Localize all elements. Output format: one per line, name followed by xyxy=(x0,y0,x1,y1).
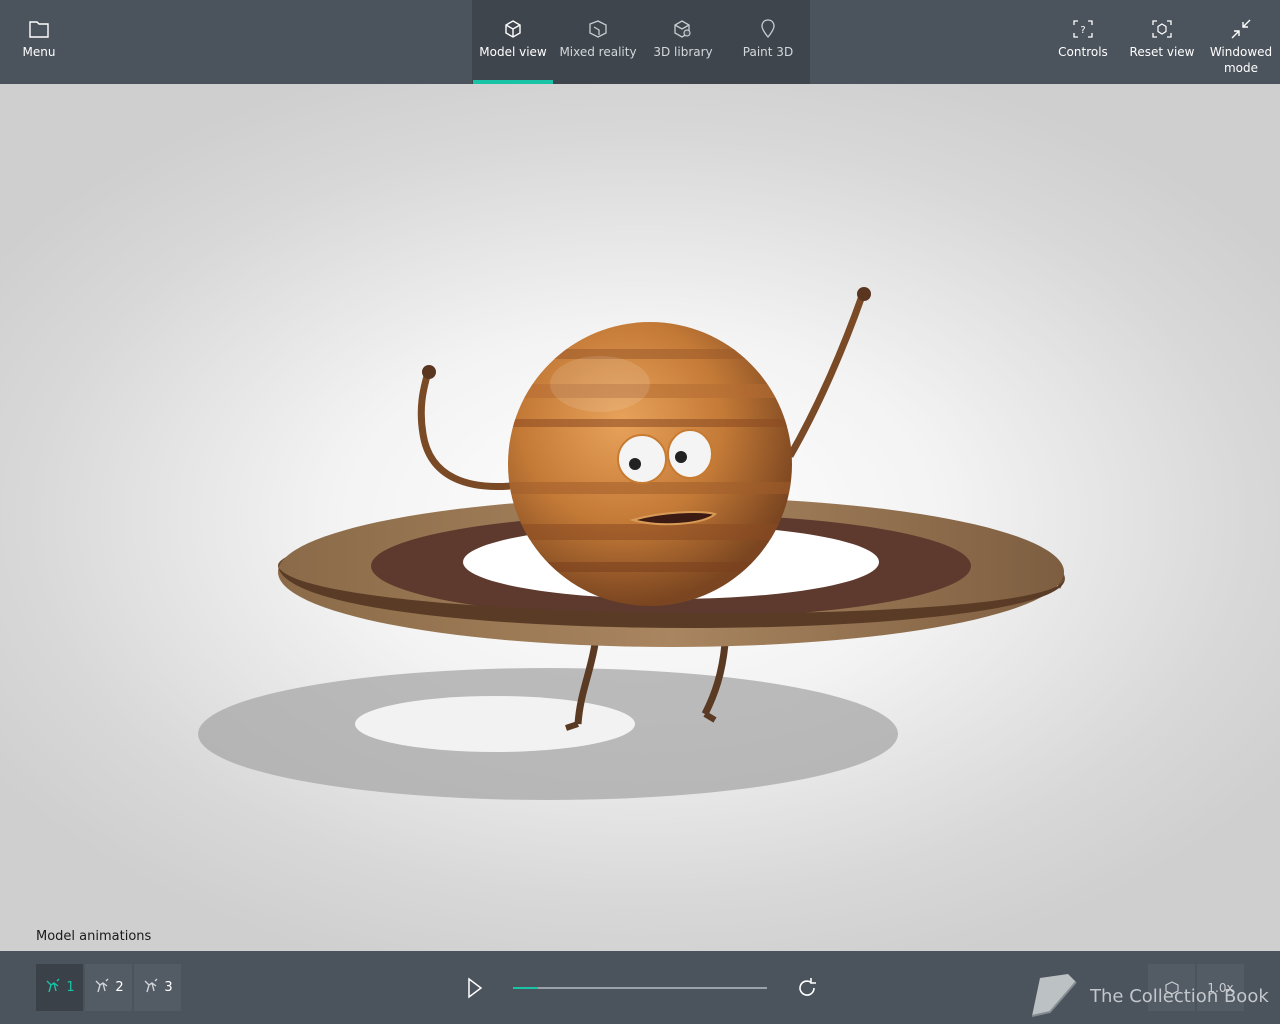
3d-library-icon xyxy=(672,18,694,40)
dancing-figure-icon xyxy=(44,978,62,998)
controls-icon: ? xyxy=(1072,18,1094,40)
replay-button[interactable] xyxy=(795,976,819,1000)
book-icon xyxy=(1031,974,1077,1017)
model-viewport[interactable] xyxy=(0,84,1280,951)
controls-label: Controls xyxy=(1058,45,1108,59)
tab-label: Mixed reality xyxy=(559,45,637,59)
watermark-text: The Collection Book xyxy=(1090,985,1269,1007)
reset-view-label: Reset view xyxy=(1129,45,1195,59)
windowed-mode-button[interactable]: Windowed mode xyxy=(1206,0,1276,84)
timeline-progress xyxy=(513,987,539,989)
planet-model[interactable] xyxy=(0,84,1280,951)
menu-label: Menu xyxy=(22,45,56,59)
controls-button[interactable]: ? Controls xyxy=(1053,0,1113,84)
top-toolbar: Menu Model view Mixed reality 3D library… xyxy=(0,0,1280,84)
tab-label: 3D library xyxy=(653,45,713,59)
play-icon xyxy=(468,977,483,999)
play-button[interactable] xyxy=(462,975,486,1001)
folder-icon xyxy=(28,18,50,40)
animation-button-3[interactable]: 3 xyxy=(134,964,181,1011)
tab-model-view[interactable]: Model view xyxy=(473,0,553,84)
tab-paint-3d[interactable]: Paint 3D xyxy=(728,0,808,84)
svg-text:?: ? xyxy=(1080,25,1085,36)
model-animations-label: Model animations xyxy=(36,929,152,944)
watermark: The Collection Book xyxy=(1028,972,1269,1020)
animation-number: 1 xyxy=(66,980,75,995)
animation-timeline[interactable] xyxy=(513,987,767,989)
windowed-mode-icon xyxy=(1230,18,1252,40)
mixed-reality-icon xyxy=(587,18,609,40)
reset-view-button[interactable]: Reset view xyxy=(1128,0,1196,84)
tab-label: Model view xyxy=(479,45,547,59)
reset-view-icon xyxy=(1151,18,1173,40)
animation-number: 3 xyxy=(164,980,173,995)
animation-button-1[interactable]: 1 xyxy=(36,964,83,1011)
cube-icon xyxy=(502,18,524,40)
animation-number: 2 xyxy=(115,980,124,995)
dancing-figure-icon xyxy=(142,978,160,998)
tab-3d-library[interactable]: 3D library xyxy=(643,0,723,84)
dancing-figure-icon xyxy=(93,978,111,998)
menu-button[interactable]: Menu xyxy=(14,0,64,84)
animation-button-2[interactable]: 2 xyxy=(85,964,132,1011)
tab-mixed-reality[interactable]: Mixed reality xyxy=(558,0,638,84)
tab-label: Paint 3D xyxy=(742,45,794,59)
replay-icon xyxy=(799,978,816,996)
paint-3d-icon xyxy=(757,18,779,40)
windowed-mode-label: Windowed mode xyxy=(1209,45,1273,75)
